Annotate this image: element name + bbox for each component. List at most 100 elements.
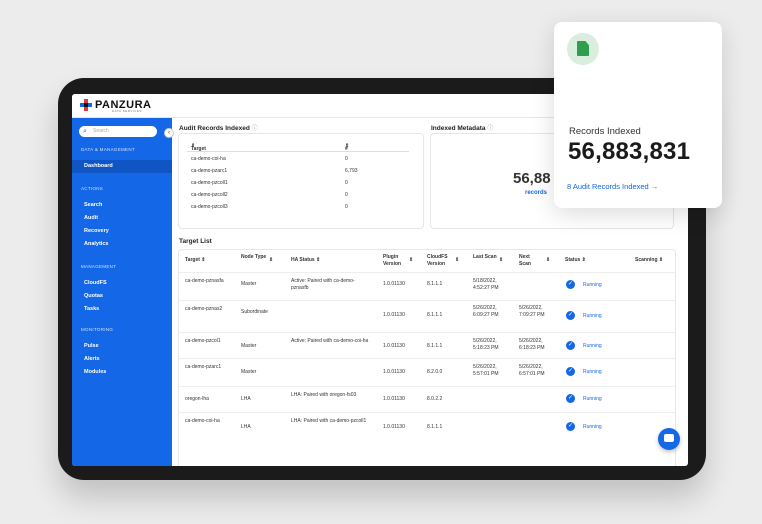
info-icon[interactable]: ⓘ: [487, 126, 493, 132]
cell-last-scan: 5/26/2022, 6:09:27 PM: [473, 305, 499, 318]
cloudfs-sort-icon[interactable]: ⇕: [455, 257, 459, 264]
col-status-header[interactable]: Status ⇕: [565, 257, 586, 264]
cell-next-scan: 5/26/2022, 7:09:27 PM: [519, 305, 545, 318]
cell-count: 0: [345, 192, 348, 198]
audit-records-title: Audit Records Indexed ⓘ: [179, 125, 258, 132]
search-icon: ⌕: [83, 128, 87, 135]
search-input[interactable]: ⌕ Search: [79, 126, 157, 137]
cell-target: ca-demo-pzarc1: [191, 168, 228, 174]
col-node-type-header[interactable]: Node Type: [241, 254, 269, 261]
chat-button[interactable]: [658, 428, 680, 450]
cell-cloudfs-version: 8.1.1.1: [427, 424, 443, 430]
cell-target[interactable]: ca-demo-pznas2: [185, 306, 235, 313]
cell-count: 0: [345, 156, 348, 162]
sidebar-item-dashboard[interactable]: Dashboard: [72, 160, 172, 173]
row-divider: [179, 386, 675, 387]
sidebar-section-actions: ACTIONS: [81, 186, 104, 191]
col-next-scan-header[interactable]: Next Scan: [519, 254, 543, 267]
sidebar-item-pulse[interactable]: Pulse: [84, 343, 99, 349]
plugin-sort-icon[interactable]: ⇕: [409, 257, 413, 264]
status-running: Running: [583, 313, 602, 319]
cell-target: ca-demo-pzcoll3: [191, 204, 228, 210]
panzura-logo-icon: [80, 99, 92, 111]
cell-ha-status: LHA: Paired with oregon-fs03: [291, 392, 357, 398]
col-target-header[interactable]: Target ⇕: [191, 143, 206, 152]
cell-node-type: Master: [241, 281, 257, 287]
cell-target[interactable]: ca-demo-pznasfa: [185, 278, 235, 285]
cell-last-scan: 5/26/2022, 5:57:01 PM: [473, 364, 499, 377]
info-icon[interactable]: ⓘ: [252, 126, 258, 132]
sidebar-item-analytics[interactable]: Analytics: [84, 241, 108, 247]
audit-records-link[interactable]: 8 Audit Records Indexed →: [567, 182, 658, 191]
target-list-card: Target ⇕ Node Type ⇕ HA Status ⇕ Plugin …: [178, 249, 676, 466]
cell-ha-status: LHA: Paired with ca-demo-pzcoll1: [291, 418, 367, 424]
cell-count: 0: [345, 204, 348, 210]
sidebar: ⌕ Search ‹ DATA & MANAGEMENT Dashboard A…: [72, 118, 174, 466]
col-count-header[interactable]: # ⇕: [345, 143, 349, 152]
sidebar-item-modules[interactable]: Modules: [84, 369, 106, 375]
cell-plugin-version: 1.0.01130: [383, 343, 405, 349]
sidebar-item-alerts[interactable]: Alerts: [84, 356, 100, 362]
target-list-title: Target List: [179, 238, 212, 245]
cell-count: 6,793: [345, 168, 358, 174]
next-scan-sort-icon[interactable]: ⇕: [546, 257, 550, 264]
table-row: ca-demo-pzcoll2 0: [187, 189, 409, 201]
cell-node-type: Master: [241, 343, 257, 349]
last-scan-sort-icon[interactable]: ⇕: [499, 257, 503, 264]
records-indexed-label: Records Indexed: [569, 126, 641, 137]
document-icon: [577, 41, 589, 56]
metadata-label[interactable]: records: [525, 190, 547, 196]
cell-ha-status: Active: Paired with ca-demo-coi-ha: [291, 338, 369, 344]
cell-target[interactable]: oregon-lha: [185, 396, 235, 403]
indexed-metadata-title: Indexed Metadata ⓘ: [431, 125, 494, 132]
cell-cloudfs-version: 8.1.1.1: [427, 281, 443, 287]
check-circle-icon: ✓: [566, 394, 575, 403]
check-circle-icon: ✓: [566, 341, 575, 350]
sidebar-section-data-management: DATA & MANAGEMENT: [81, 147, 135, 152]
table-row: ca-demo-pzcoll1 0: [187, 177, 409, 189]
cell-node-type: Master: [241, 369, 257, 375]
cell-target[interactable]: ca-demo-pzcol1: [185, 338, 235, 345]
status-running: Running: [583, 369, 602, 375]
cell-target: ca-demo-coi-ha: [191, 156, 226, 162]
sidebar-item-tasks[interactable]: Tasks: [84, 306, 99, 312]
chat-bubble-icon: [664, 434, 674, 442]
col-plugin-version-header[interactable]: Plugin Version: [383, 254, 409, 267]
cell-ha-status: Active: Paired with ca-demo-pznasfb: [291, 278, 355, 291]
sidebar-item-search[interactable]: Search: [84, 202, 102, 208]
cell-plugin-version: 1.0.01130: [383, 281, 405, 287]
cell-cloudfs-version: 8.1.1.1: [427, 312, 443, 318]
sidebar-section-monitoring: MONITORING: [81, 327, 114, 332]
records-indexed-value: 56,883,831: [568, 138, 691, 165]
cell-target[interactable]: ca-demo-pzarc1: [185, 364, 235, 371]
cell-target[interactable]: ca-demo-coi-ha: [185, 418, 235, 425]
col-cloudfs-version-header[interactable]: CloudFS Version: [427, 254, 455, 267]
records-indexed-popup: Records Indexed 56,883,831 8 Audit Recor…: [554, 22, 722, 208]
sidebar-item-cloudfs[interactable]: CloudFS: [84, 280, 107, 286]
sidebar-item-audit[interactable]: Audit: [84, 215, 98, 221]
col-node-type-sort-icon[interactable]: ⇕: [269, 257, 273, 264]
check-circle-icon: ✓: [566, 367, 575, 376]
check-circle-icon: ✓: [566, 422, 575, 431]
cell-plugin-version: 1.0.01130: [383, 424, 405, 430]
cell-plugin-version: 1.0.01130: [383, 369, 405, 375]
cell-plugin-version: 1.0.01130: [383, 312, 405, 318]
col-last-scan-header[interactable]: Last Scan: [473, 254, 497, 261]
table-row: ca-demo-pzcoll3 0: [187, 201, 409, 213]
cell-node-type: Subordinate: [241, 309, 268, 315]
document-icon-badge: [567, 33, 599, 65]
row-divider: [179, 300, 675, 301]
collapse-sidebar-button[interactable]: ‹: [164, 128, 174, 138]
status-running: Running: [583, 343, 602, 349]
check-circle-icon: ✓: [566, 311, 575, 320]
cell-last-scan: 5/26/2022, 5:18:23 PM: [473, 338, 499, 351]
sidebar-item-quotas[interactable]: Quotas: [84, 293, 103, 299]
col-scanning-header[interactable]: Scanning ⇕: [635, 257, 663, 264]
brand-subtitle: DATA SERVICES: [112, 109, 142, 113]
cell-plugin-version: 1.0.01130: [383, 396, 405, 402]
cell-node-type: LHA: [241, 396, 251, 402]
col-ha-status-header[interactable]: HA Status ⇕: [291, 257, 320, 264]
col-target-header[interactable]: Target ⇕: [185, 257, 206, 264]
table-header: Target ⇕ # ⇕: [187, 140, 409, 152]
sidebar-item-recovery[interactable]: Recovery: [84, 228, 109, 234]
